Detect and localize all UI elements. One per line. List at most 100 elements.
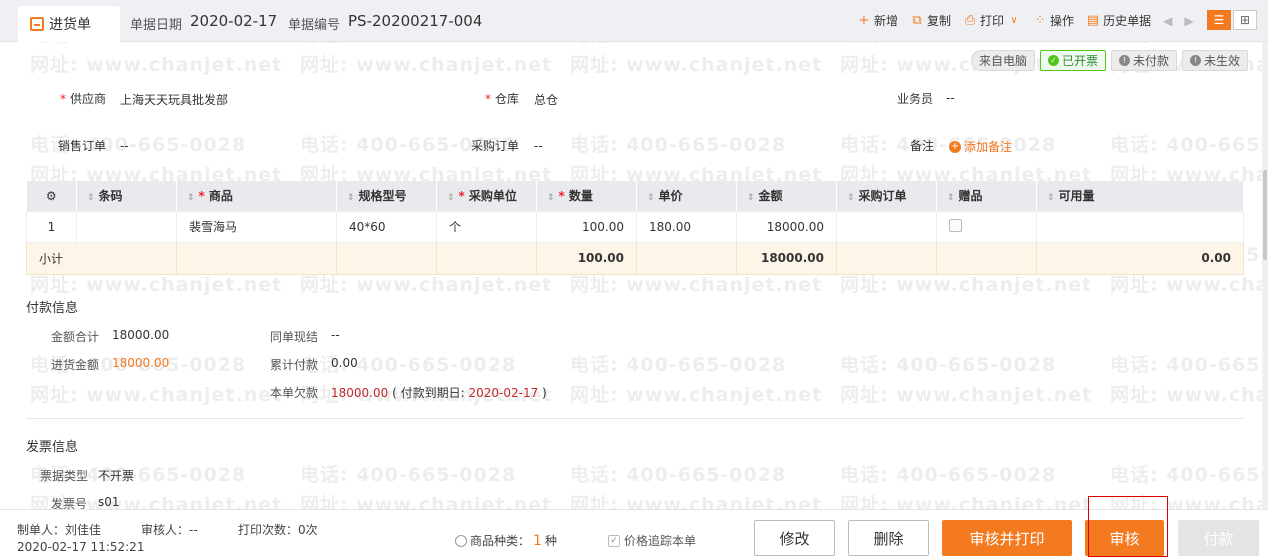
due-value: 18000.00 — [331, 386, 389, 400]
watermark-site: 网址: www.chanjet.net — [30, 54, 283, 76]
track-price-label: 价格追踪本单 — [624, 534, 697, 548]
invoice-type-label: 票据类型 — [40, 469, 89, 483]
edit-button[interactable]: 修改 — [754, 520, 835, 556]
next-icon[interactable]: ▶ — [1184, 14, 1193, 28]
due-line: 18000.00 ( 付款到期日: 2020-02-17 ) — [331, 384, 547, 401]
watermark-phone: 电话: 400-665-0028 — [1110, 464, 1268, 486]
column-header[interactable]: ⇕ 采购订单 — [836, 181, 937, 211]
copy-button[interactable]: ⧉ 复制 — [910, 12, 951, 29]
due-date-value: 2020-02-17 — [468, 386, 539, 400]
settle-label: 同单现结 — [270, 330, 319, 344]
watermark-phone: 电话: 400-665-0028 — [1110, 354, 1268, 376]
purchase-order-label: 采购订单 — [471, 139, 520, 153]
sales-order-field[interactable]: -- — [120, 139, 129, 153]
warehouse-field[interactable]: 总仓 — [534, 91, 558, 108]
history-label: 历史单据 — [1103, 14, 1152, 28]
history-icon: ▤ — [1086, 13, 1100, 28]
purchase-amount-label: 进货金额 — [51, 358, 100, 372]
watermark-phone: 电话: 400-665-0028 — [1110, 134, 1268, 156]
salesman-field[interactable]: -- — [946, 91, 955, 105]
table-row[interactable]: 1 裴雪海马 40*60 个 100.00 180.00 18000.00 — [26, 210, 1244, 243]
list-view-icon[interactable]: ☰ — [1207, 10, 1231, 30]
po-cell[interactable] — [836, 210, 937, 243]
scrollbar-track[interactable] — [1262, 42, 1268, 509]
watermark-phone: 电话: 400-665-0028 — [300, 464, 517, 486]
toolbar: + 新增 ⧉ 复制 ⎙ 打印 ∨ ⁘ 操作 ▤ 历史单据 ◀ ▶ — [857, 12, 1194, 29]
column-header[interactable]: ⇕ 规格型号 — [336, 181, 437, 211]
ineffective-label: 未生效 — [1204, 54, 1241, 68]
print-label: 打印 — [980, 14, 1005, 28]
source-badge: 来自电脑 — [971, 50, 1036, 71]
spec-cell[interactable]: 40*60 — [336, 210, 437, 243]
status-badges: 来自电脑 ✓ 已开票 ! 未付款 ! 未生效 — [971, 50, 1249, 71]
add-remark-link[interactable]: + 添加备注 — [949, 138, 1012, 155]
watermark-site: 网址: www.chanjet.net — [300, 54, 553, 76]
paid-label: 累计付款 — [270, 358, 319, 372]
print-button[interactable]: ⎙ 打印 ∨ — [963, 12, 1021, 29]
watermark-phone: 电话: 400-665-0028 — [840, 464, 1057, 486]
number-label: 单据编号 — [288, 18, 341, 33]
amount-cell[interactable]: 18000.00 — [736, 210, 837, 243]
unpaid-label: 未付款 — [1133, 54, 1170, 68]
add-remark-label: 添加备注 — [964, 140, 1013, 154]
column-header[interactable]: ⇕ 赠品 — [936, 181, 1037, 211]
maker-text: 制单人：刘佳佳 — [17, 523, 102, 537]
barcode-cell[interactable] — [76, 210, 177, 243]
chevron-down-icon[interactable]: ∨ — [1007, 15, 1021, 26]
pay-button[interactable]: 付款 — [1178, 520, 1259, 556]
gift-checkbox[interactable] — [949, 218, 962, 232]
timestamp-text: 2020-02-17 11:52:21 — [17, 540, 145, 554]
salesman-label: 业务员 — [897, 92, 934, 106]
total-label: 金额合计 — [51, 330, 100, 344]
section-divider — [26, 418, 1244, 419]
price-cell[interactable]: 180.00 — [636, 210, 737, 243]
tab-purchase-order[interactable]: 进货单 — [18, 6, 120, 42]
column-header[interactable]: ⇕ 可用量 — [1036, 181, 1244, 211]
watermark-phone: 电话: 400-665-0028 — [570, 354, 787, 376]
kinds-unit: 种 — [544, 534, 557, 548]
check-icon: ✓ — [608, 534, 620, 547]
new-label: 新增 — [874, 14, 899, 28]
supplier-field[interactable]: 上海天天玩具批发部 — [120, 91, 228, 108]
scrollbar-thumb[interactable] — [1263, 170, 1267, 260]
purchase-amount-value: 18000.00 — [112, 356, 170, 370]
paid-value: 0.00 — [331, 356, 358, 370]
operate-button[interactable]: ⁘ 操作 — [1033, 12, 1074, 29]
product-cell[interactable]: 裴雪海马 — [176, 210, 337, 243]
printer-icon: ⎙ — [964, 13, 976, 28]
column-settings-icon[interactable]: ⚙ — [26, 181, 77, 211]
gift-cell[interactable] — [936, 210, 1037, 243]
kinds-label: 商品种类： — [470, 534, 531, 548]
column-header[interactable]: ⇕ * 商品 — [176, 181, 337, 211]
column-header[interactable]: ⇕ * 采购单位 — [436, 181, 537, 211]
supplier-label: * 供应商 — [60, 92, 107, 106]
watermark-site: 网址: www.chanjet.net — [30, 384, 283, 406]
unit-cell[interactable]: 个 — [436, 210, 537, 243]
column-header[interactable]: ⇕ 单价 — [636, 181, 737, 211]
purchase-order-field[interactable]: -- — [534, 139, 543, 153]
audit-print-button[interactable]: 审核并打印 — [942, 520, 1072, 556]
qty-cell[interactable]: 100.00 — [536, 210, 637, 243]
history-button[interactable]: ▤ 历史单据 — [1086, 12, 1151, 29]
subtotal-available: 0.00 — [1036, 241, 1244, 275]
tab-label: 进货单 — [49, 17, 91, 33]
row-index: 1 — [26, 210, 77, 243]
column-header[interactable]: ⇕ * 数量 — [536, 181, 637, 211]
new-button[interactable]: + 新增 — [857, 12, 898, 29]
card-view-icon[interactable]: ⊞ — [1233, 10, 1257, 30]
info-icon: ! — [1119, 55, 1131, 66]
check-icon: ✓ — [1048, 55, 1060, 66]
watermark-phone: 电话: 400-665-0028 — [570, 134, 787, 156]
watermark-phone: 电话: 400-665-0028 — [840, 354, 1057, 376]
invoice-type-value: 不开票 — [98, 469, 135, 483]
invoice-section-title: 发票信息 — [26, 440, 79, 455]
top-bar: 进货单 单据日期 2020-02-17 单据编号 PS-20200217-004… — [0, 0, 1268, 42]
copy-icon: ⧉ — [912, 13, 922, 28]
plus-icon: + — [858, 13, 870, 28]
column-header[interactable]: ⇕ 金额 — [736, 181, 837, 211]
track-price-checkbox[interactable]: ✓ 价格追踪本单 — [608, 532, 696, 549]
prev-icon[interactable]: ◀ — [1163, 14, 1172, 28]
highlight-frame — [1088, 496, 1168, 557]
delete-button[interactable]: 删除 — [848, 520, 929, 556]
column-header[interactable]: ⇕ 条码 — [76, 181, 177, 211]
